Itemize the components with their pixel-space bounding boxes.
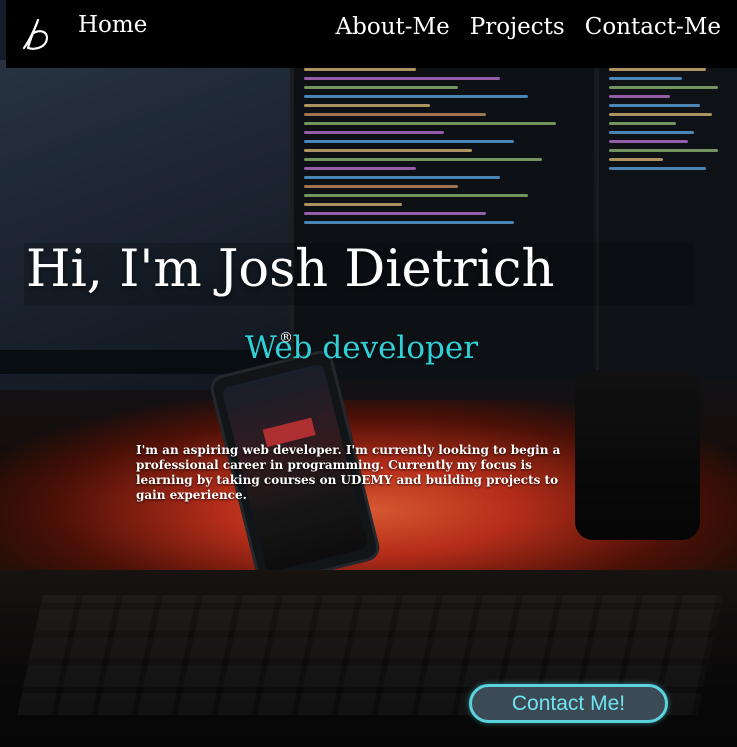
top-navbar: Home About-Me Projects Contact-Me <box>6 0 737 68</box>
nav-contact-me-link[interactable]: Contact-Me <box>585 14 721 40</box>
contact-me-button[interactable]: Contact Me! <box>469 684 668 723</box>
registered-mark: ® <box>279 330 293 346</box>
hero-background-image <box>0 0 737 747</box>
hero-title: Hi, I'm Josh Dietrich <box>26 240 555 299</box>
hero-description: I'm an aspiring web developer. I'm curre… <box>136 443 561 502</box>
signature-logo-icon[interactable] <box>16 14 56 54</box>
nav-home-link[interactable]: Home <box>78 12 147 38</box>
nav-about-me-link[interactable]: About-Me <box>336 14 450 40</box>
nav-links: About-Me Projects Contact-Me <box>336 14 721 40</box>
nav-projects-link[interactable]: Projects <box>470 14 565 40</box>
